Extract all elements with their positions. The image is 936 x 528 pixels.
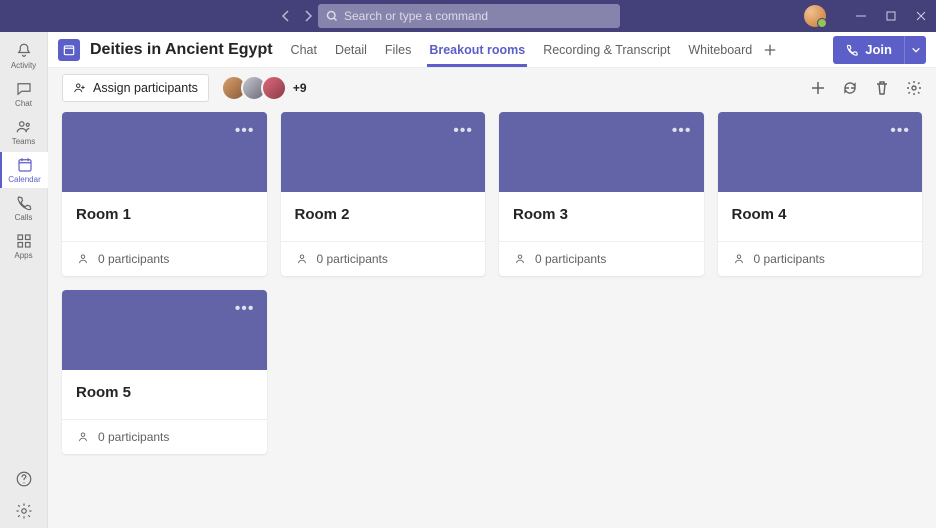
window-maximize-button[interactable] [876,0,906,32]
room-more-button[interactable]: ••• [890,122,910,140]
tab-breakout-rooms[interactable]: Breakout rooms [423,32,531,67]
participant-icon [76,252,90,266]
window-close-button[interactable] [906,0,936,32]
room-more-button[interactable]: ••• [672,122,692,140]
chevron-down-icon [911,45,921,55]
tab-files[interactable]: Files [379,32,417,67]
settings-button[interactable] [15,502,33,520]
assign-participants-button[interactable]: Assign participants [62,74,209,102]
room-header: ••• [62,112,267,192]
room-participants-label: 0 participants [754,252,825,266]
nav-activity[interactable]: Activity [0,38,48,74]
nav-calls[interactable]: Calls [0,190,48,226]
add-tab-button[interactable] [758,43,782,57]
meeting-icon [58,39,80,61]
search-input[interactable]: Search or type a command [318,4,620,28]
window-minimize-button[interactable] [846,0,876,32]
avatar [261,75,287,101]
apps-icon [15,232,33,250]
search-placeholder: Search or type a command [344,9,488,23]
nav-apps-label: Apps [14,251,32,260]
nav-calendar-label: Calendar [8,175,40,184]
room-participants-label: 0 participants [535,252,606,266]
calendar-icon [16,156,34,174]
tab-recording-transcript[interactable]: Recording & Transcript [537,32,676,67]
recreate-rooms-button[interactable] [842,80,858,96]
nav-teams[interactable]: Teams [0,114,48,150]
room-participants-label: 0 participants [98,252,169,266]
room-participants-label: 0 participants [317,252,388,266]
nav-activity-label: Activity [11,61,36,70]
meeting-header: Deities in Ancient Egypt Chat Detail Fil… [48,32,936,68]
room-card[interactable]: ••• Room 1 0 participants [62,112,267,276]
nav-chat[interactable]: Chat [0,76,48,112]
nav-calls-label: Calls [15,213,33,222]
tab-detail[interactable]: Detail [329,32,373,67]
breakout-toolbar: Assign participants +9 [48,68,936,108]
room-card[interactable]: ••• Room 3 0 participants [499,112,704,276]
room-more-button[interactable]: ••• [235,122,255,140]
assign-participants-label: Assign participants [93,81,198,95]
people-icon [73,81,87,95]
help-button[interactable] [15,470,33,488]
room-name: Room 4 [718,192,923,241]
room-footer: 0 participants [62,241,267,276]
meeting-tabs: Chat Detail Files Breakout rooms Recordi… [285,32,783,67]
room-card[interactable]: ••• Room 2 0 participants [281,112,486,276]
participant-avatars[interactable] [221,75,287,101]
rooms-grid: ••• Room 1 0 participants ••• Room 2 0 partic… [62,112,922,454]
search-icon [326,10,338,22]
delete-rooms-button[interactable] [874,80,890,96]
room-name: Room 5 [62,370,267,419]
room-name: Room 2 [281,192,486,241]
nav-back-button[interactable] [280,10,292,22]
room-footer: 0 participants [718,241,923,276]
join-button[interactable]: Join [833,36,904,64]
room-footer: 0 participants [62,419,267,454]
join-options-button[interactable] [904,36,926,64]
participant-icon [76,430,90,444]
add-room-button[interactable] [810,80,826,96]
room-footer: 0 participants [281,241,486,276]
title-bar: Search or type a command [0,0,936,32]
tab-chat[interactable]: Chat [285,32,323,67]
current-user-avatar[interactable] [804,5,826,27]
nav-chat-label: Chat [15,99,32,108]
rooms-settings-button[interactable] [906,80,922,96]
room-card[interactable]: ••• Room 5 0 participants [62,290,267,454]
participant-icon [513,252,527,266]
teams-icon [15,118,33,136]
room-name: Room 1 [62,192,267,241]
room-more-button[interactable]: ••• [453,122,473,140]
nav-apps[interactable]: Apps [0,228,48,264]
room-participants-label: 0 participants [98,430,169,444]
phone-icon [845,43,859,57]
room-more-button[interactable]: ••• [235,300,255,318]
room-header: ••• [62,290,267,370]
participant-icon [295,252,309,266]
room-name: Room 3 [499,192,704,241]
participant-icon [732,252,746,266]
room-card[interactable]: ••• Room 4 0 participants [718,112,923,276]
room-header: ••• [499,112,704,192]
room-header: ••• [281,112,486,192]
tab-whiteboard[interactable]: Whiteboard [682,32,758,67]
meeting-title: Deities in Ancient Egypt [90,41,273,59]
chat-icon [15,80,33,98]
nav-teams-label: Teams [12,137,36,146]
room-footer: 0 participants [499,241,704,276]
join-button-label: Join [865,42,892,57]
nav-forward-button[interactable] [302,10,314,22]
phone-icon [15,194,33,212]
participant-overflow-count[interactable]: +9 [293,81,307,95]
app-rail: Activity Chat Teams Calendar Calls Apps [0,32,48,528]
bell-icon [15,42,33,60]
room-header: ••• [718,112,923,192]
nav-calendar[interactable]: Calendar [0,152,48,188]
